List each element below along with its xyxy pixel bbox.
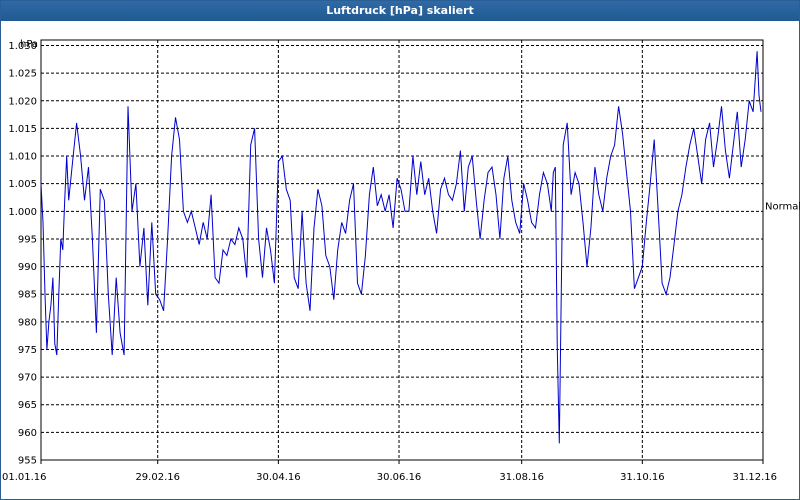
y-tick-label: 965	[18, 400, 37, 411]
y-tick-label: 995	[18, 234, 37, 245]
y-tick-label: 970	[18, 373, 37, 384]
y-tick-label: 985	[18, 290, 37, 301]
x-tick-label: 01.01.16	[2, 472, 47, 483]
y-tick-label: 1.010	[8, 152, 37, 163]
y-tick-label: 1.015	[8, 124, 37, 135]
y-tick-label: 990	[18, 262, 37, 273]
x-tick-label: 31.10.16	[620, 472, 665, 483]
pressure-chart: 1.0301.0251.0201.0151.0101.0051.00099599…	[2, 39, 800, 483]
x-tick-label: 30.06.16	[377, 472, 422, 483]
x-tick-label: 29.02.16	[135, 472, 180, 483]
grid-lines	[41, 40, 763, 461]
reference-label-normal: Normal	[765, 201, 800, 212]
y-tick-label: 975	[18, 345, 37, 356]
y-tick-label: 1.025	[8, 69, 37, 80]
y-tick-label: 980	[18, 317, 37, 328]
y-tick-label: 960	[18, 428, 37, 439]
y-tick-label: 1.020	[8, 96, 37, 107]
y-tick-label: 955	[18, 456, 37, 467]
plot-frame	[40, 39, 764, 461]
y-tick-label: 1.000	[8, 207, 37, 218]
y-tick-label: 1.005	[8, 179, 37, 190]
series-line-luftdruck	[40, 51, 762, 444]
x-tick-label: 31.08.16	[499, 472, 544, 483]
x-tick-label: 31.12.16	[732, 472, 777, 483]
y-axis-unit: hPa	[20, 39, 38, 50]
x-tick-label: 30.04.16	[256, 472, 301, 483]
x-axis-ticks: 01.01.16 29.02.16 30.04.16 30.06.16 31.08.16…	[2, 460, 777, 483]
y-axis-ticks: 1.0301.0251.0201.0151.0101.0051.00099599…	[8, 41, 37, 466]
